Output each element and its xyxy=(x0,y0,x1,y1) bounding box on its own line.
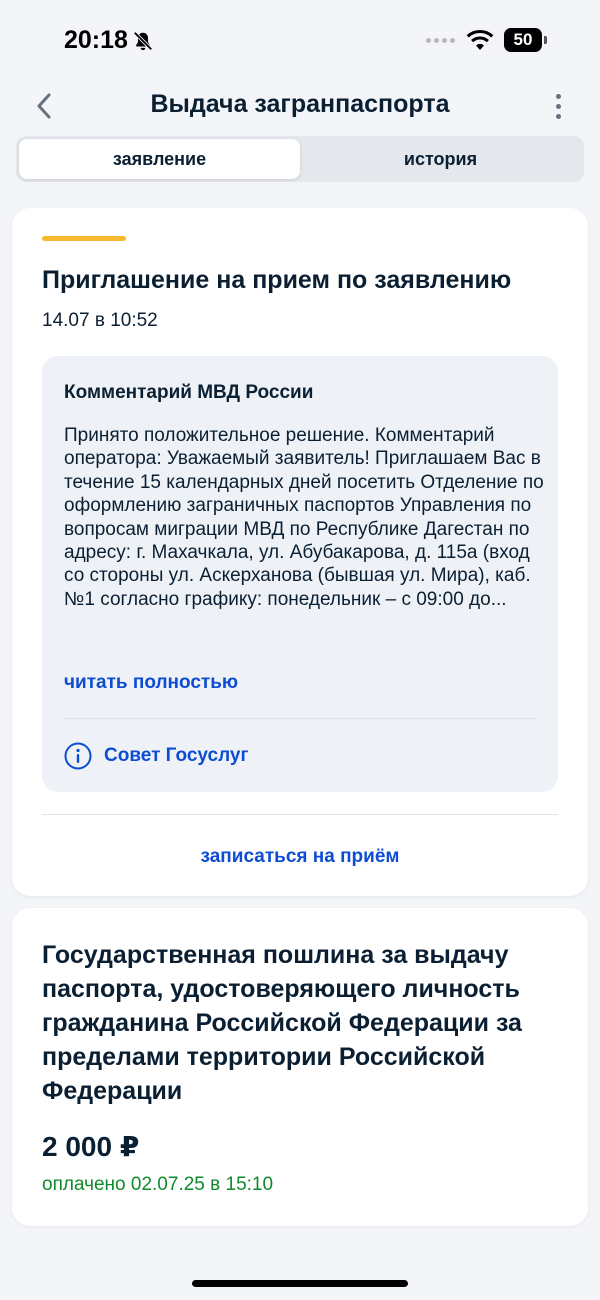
status-bar: 20:18 50 xyxy=(0,0,600,80)
battery-level: 50 xyxy=(513,30,533,49)
tabs: заявление история xyxy=(16,136,584,182)
status-accent-bar xyxy=(42,236,126,241)
invitation-title: Приглашение на прием по заявлению xyxy=(42,266,512,294)
page-title: Выдача загранпаспорта xyxy=(150,90,450,118)
status-time: 20:18 xyxy=(64,26,154,55)
advice-label: Совет Госуслуг xyxy=(104,745,249,766)
book-appointment-link[interactable]: записаться на приём xyxy=(12,846,588,868)
tab-application[interactable]: заявление xyxy=(19,139,300,179)
info-icon xyxy=(64,742,92,770)
comment-divider xyxy=(64,718,536,719)
tab-history[interactable]: история xyxy=(300,139,581,179)
wifi-icon xyxy=(466,30,494,50)
invitation-date: 14.07 в 10:52 xyxy=(42,310,158,331)
nav-header: Выдача загранпаспорта xyxy=(0,80,600,132)
more-options-button[interactable] xyxy=(544,88,572,124)
comment-title: Комментарий МВД России xyxy=(64,382,314,403)
comment-box: Комментарий МВД России Принято положител… xyxy=(42,356,558,792)
fee-amount: 2 000 ₽ xyxy=(42,1131,140,1162)
card-divider xyxy=(42,814,558,815)
bell-off-icon xyxy=(133,30,153,51)
invitation-card: Приглашение на прием по заявлению 14.07 … xyxy=(12,208,588,896)
fee-title: Государственная пошлина за выдачу паспор… xyxy=(42,941,522,1105)
status-time-text: 20:18 xyxy=(64,26,128,54)
fee-card: Государственная пошлина за выдачу паспор… xyxy=(12,908,588,1226)
comment-text: Принято положительное решение. Комментар… xyxy=(64,425,544,610)
gosuslugi-advice-button[interactable]: Совет Госуслуг xyxy=(64,742,248,770)
more-dots-icon xyxy=(555,93,561,99)
read-more-link[interactable]: читать полностью xyxy=(64,672,238,694)
cellular-signal-icon xyxy=(426,38,455,43)
home-indicator[interactable] xyxy=(192,1280,408,1287)
battery-indicator: 50 xyxy=(504,28,547,52)
fee-payment-status: оплачено 02.07.25 в 15:10 xyxy=(42,1174,274,1195)
